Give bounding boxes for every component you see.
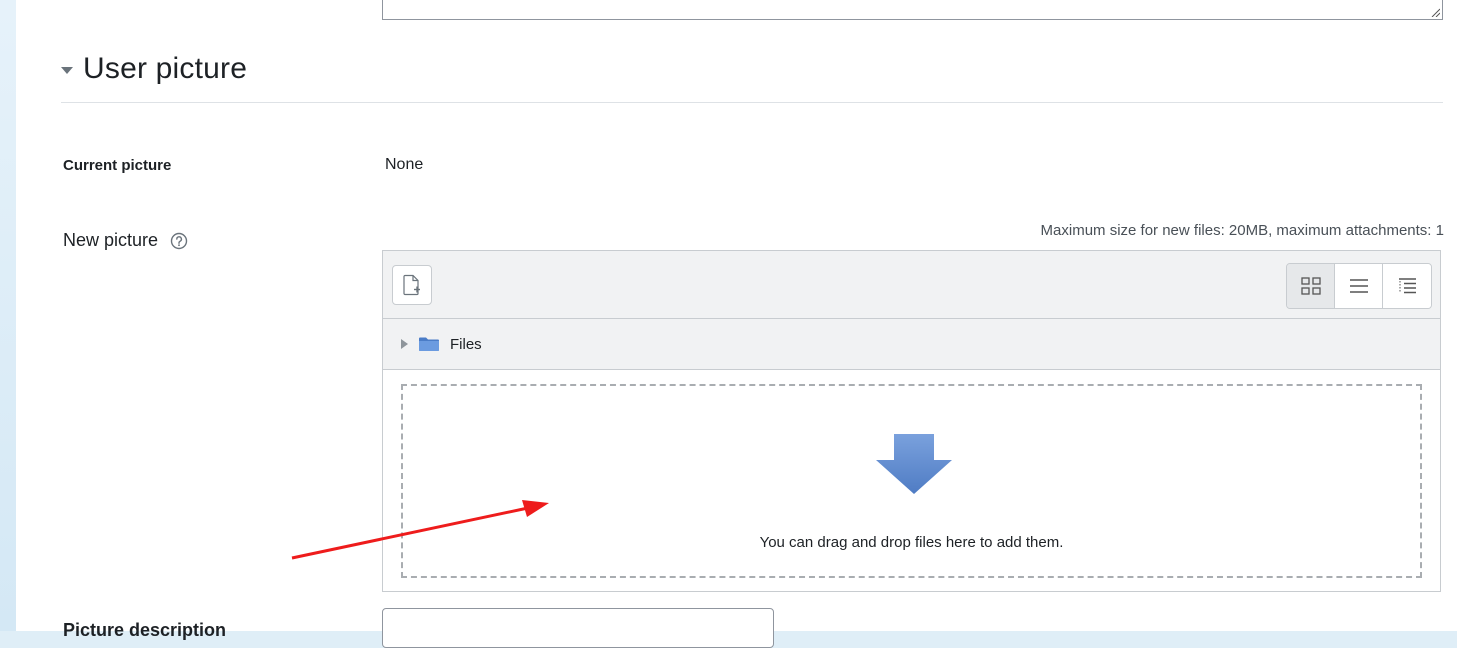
current-picture-label: Current picture	[63, 157, 172, 174]
files-folder-label[interactable]: Files	[450, 336, 482, 353]
new-picture-label-text: New picture	[63, 230, 159, 250]
previous-textarea[interactable]	[382, 0, 1443, 20]
drop-instructions: You can drag and drop files here to add …	[759, 534, 1064, 551]
max-size-note: Maximum size for new files: 20MB, maximu…	[1040, 222, 1444, 239]
drop-arrow-icon	[876, 434, 952, 494]
section-divider	[61, 102, 1443, 103]
tree-view-button[interactable]	[1383, 264, 1431, 308]
user-picture-section-toggle[interactable]: User picture	[61, 52, 247, 86]
caret-down-icon	[61, 66, 73, 74]
view-mode-group	[1286, 263, 1432, 309]
add-file-button[interactable]	[392, 265, 432, 305]
file-manager-toolbar	[383, 251, 1440, 319]
resize-grip-icon[interactable]	[1431, 8, 1440, 17]
new-picture-label: New picture	[63, 230, 188, 251]
tree-icon	[1399, 278, 1416, 294]
file-manager: Files You can drag and drop files here t…	[382, 250, 1441, 592]
current-picture-value: None	[385, 156, 424, 173]
list-view-button[interactable]	[1335, 264, 1383, 308]
icons-view-button[interactable]	[1287, 264, 1335, 308]
section-title: User picture	[83, 52, 248, 85]
file-drop-zone[interactable]: You can drag and drop files here to add …	[401, 384, 1422, 578]
list-icon	[1349, 279, 1368, 293]
picture-description-input[interactable]	[382, 608, 774, 648]
expand-arrow-icon[interactable]	[401, 339, 408, 349]
add-file-icon	[403, 274, 420, 296]
folder-icon	[419, 337, 439, 351]
grid-icon	[1300, 277, 1321, 295]
file-path-bar[interactable]: Files	[383, 319, 1440, 370]
help-question-icon[interactable]	[170, 232, 188, 250]
form-page: User picture Current picture None New pi…	[16, 0, 1457, 648]
